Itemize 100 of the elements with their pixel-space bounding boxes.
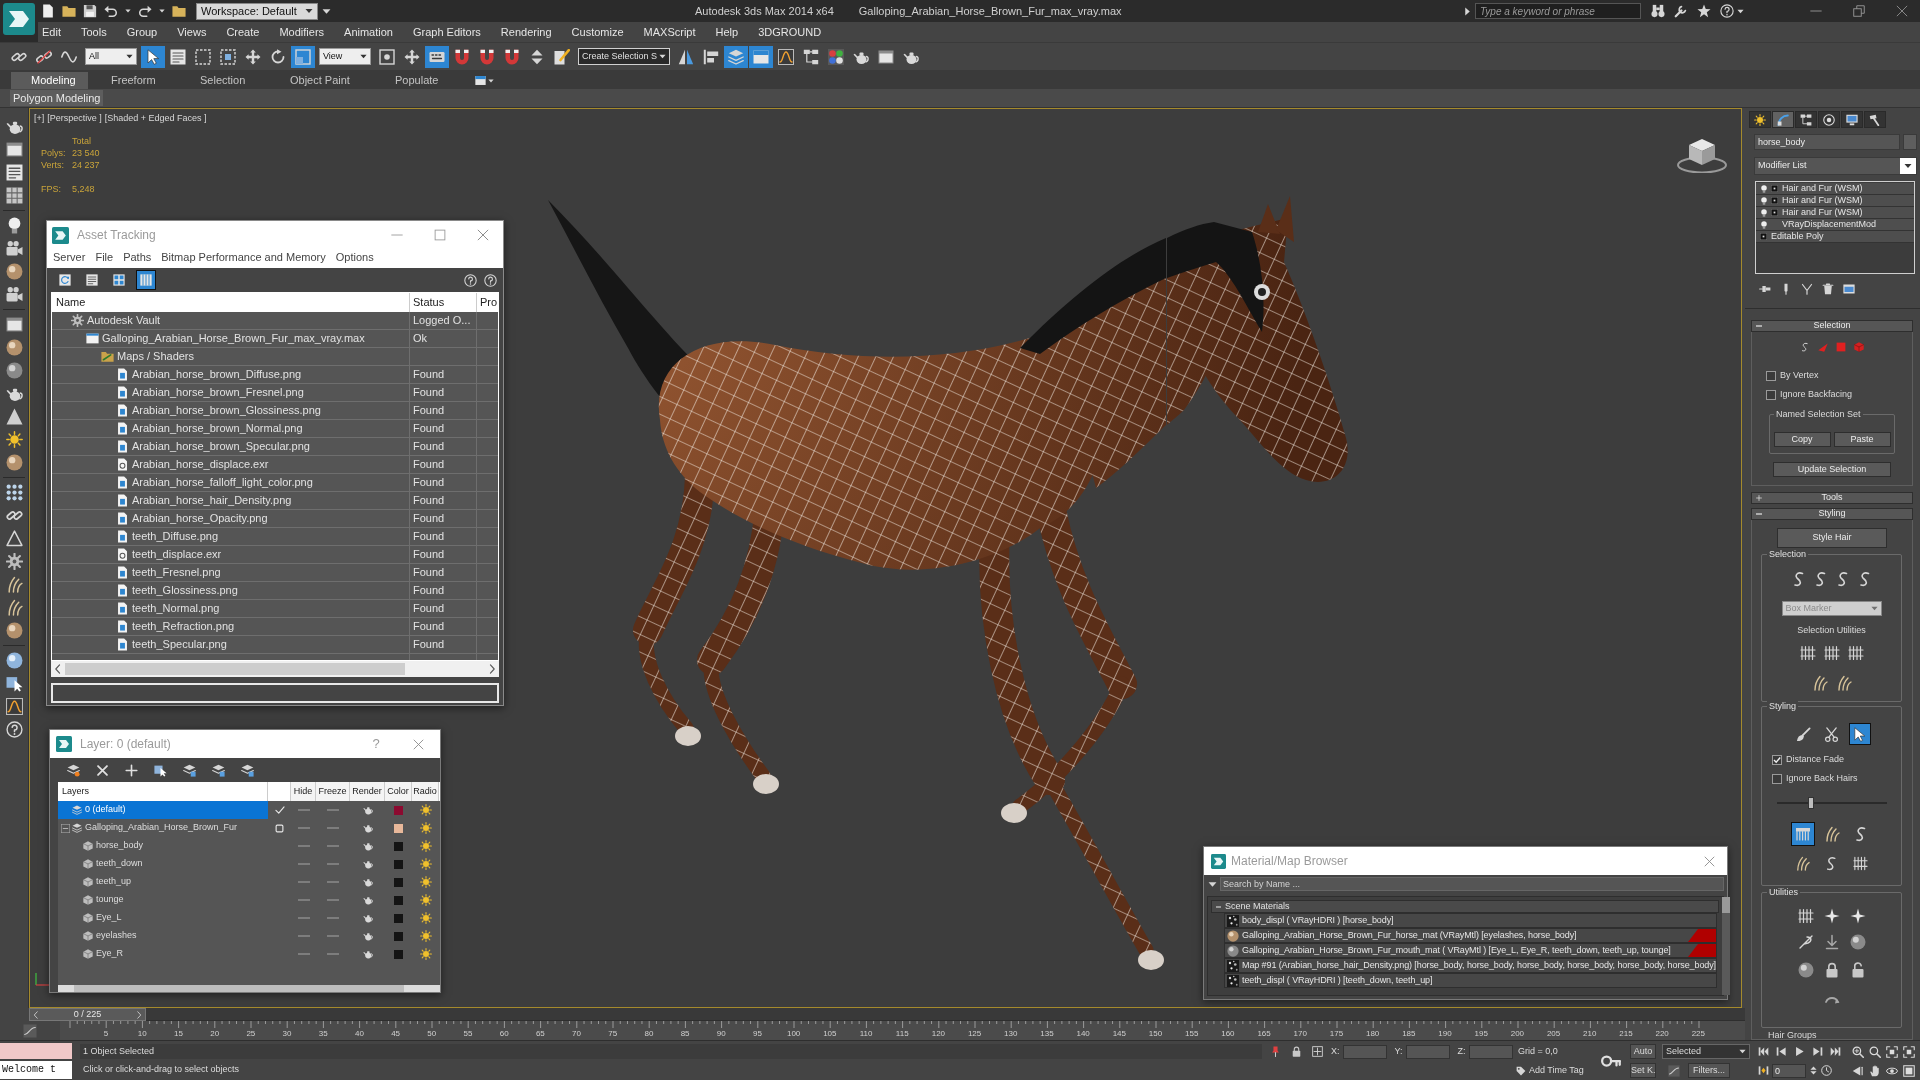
command-panel-tab[interactable]: [1818, 111, 1840, 128]
checkbox[interactable]: [1772, 773, 1782, 784]
menu-item[interactable]: Edit: [42, 23, 61, 41]
square-icon[interactable]: [1771, 197, 1778, 204]
menu-item[interactable]: File: [95, 249, 114, 266]
fence-icon[interactable]: [1799, 645, 1816, 661]
chevron-left-icon[interactable]: [53, 664, 63, 674]
folder-icon[interactable]: [62, 4, 76, 18]
sphere-icon[interactable]: [5, 263, 23, 280]
auto-key-button[interactable]: Auto: [1630, 1044, 1656, 1059]
wrench-icon[interactable]: [1674, 4, 1688, 18]
coordinate-field[interactable]: [1342, 1044, 1387, 1059]
object-name-field[interactable]: horse_body: [1754, 134, 1900, 150]
menu-item[interactable]: Modifiers: [279, 23, 325, 41]
fence-icon[interactable]: [1847, 645, 1864, 661]
command-panel-tab[interactable]: [1772, 111, 1794, 128]
modifier-item[interactable]: Hair and Fur (WSM): [1756, 195, 1914, 207]
star-icon[interactable]: [1697, 4, 1711, 18]
column-header[interactable]: Color: [385, 782, 412, 801]
coordinate-field[interactable]: [1405, 1044, 1450, 1059]
folder-icon[interactable]: [172, 4, 186, 18]
undo-icon[interactable]: [104, 4, 118, 18]
save-icon[interactable]: [83, 4, 97, 18]
sun-icon[interactable]: [419, 894, 432, 906]
color-swatch-icon[interactable]: [394, 913, 403, 923]
modifier-list-dropdown[interactable]: Modifier List: [1754, 157, 1917, 175]
asset-row[interactable]: Maps / Shaders: [52, 348, 498, 366]
curl-icon[interactable]: [1800, 342, 1810, 352]
set-key-button[interactable]: Set K.: [1630, 1063, 1656, 1078]
menu-item[interactable]: Graph Editors: [412, 23, 481, 41]
checkbox[interactable]: [1766, 370, 1776, 381]
caret-icon[interactable]: [1208, 879, 1217, 889]
bulb-icon[interactable]: [1760, 184, 1768, 193]
trash-icon[interactable]: [1822, 282, 1834, 295]
color-swatch-icon[interactable]: [394, 931, 403, 941]
column-header[interactable]: Freeze: [316, 782, 350, 801]
layers-icon[interactable]: [183, 763, 196, 777]
camera-icon[interactable]: [5, 240, 23, 257]
dots-icon[interactable]: [5, 484, 23, 501]
toolbar-button[interactable]: [136, 270, 156, 290]
tool-button[interactable]: [1851, 854, 1870, 872]
material-row[interactable]: Galloping_Arabian_Horse_Brown_Fur_horse_mat (VRayMtl) [eyelashes, horse_body]: [1224, 928, 1717, 943]
frame-corners-icon[interactable]: [1903, 1045, 1915, 1058]
layer-item[interactable]: horse_body: [58, 837, 268, 855]
sphere-icon[interactable]: [5, 362, 23, 379]
chevron-left-icon[interactable]: [32, 1010, 40, 1019]
sparkle-icon[interactable]: [1849, 908, 1866, 924]
sun-icon[interactable]: [419, 930, 432, 942]
select-pointer-icon[interactable]: [154, 763, 167, 777]
close-icon[interactable]: [1704, 855, 1715, 867]
asset-row[interactable]: teeth_displace.exr Found: [52, 546, 498, 564]
color-swatch-icon[interactable]: [394, 895, 403, 905]
sphere-icon[interactable]: [5, 339, 23, 356]
hair-icon[interactable]: [1835, 675, 1852, 691]
step-back-icon[interactable]: [1776, 1046, 1787, 1057]
menu-item[interactable]: Help: [715, 23, 739, 41]
layer-item[interactable]: teeth_up: [58, 873, 268, 891]
layer-item[interactable]: tounge: [58, 891, 268, 909]
sun-icon[interactable]: [5, 431, 23, 448]
close-icon[interactable]: [477, 229, 489, 241]
step-forward-icon[interactable]: [1812, 1046, 1823, 1057]
push-button[interactable]: Style Hair: [1777, 528, 1887, 548]
push-button[interactable]: Paste: [1833, 432, 1891, 447]
script-output-field[interactable]: Welcome t: [0, 1061, 72, 1079]
search-field[interactable]: Search by Name ...: [1220, 877, 1724, 891]
menu-item[interactable]: Server: [53, 249, 86, 266]
help-icon[interactable]: [464, 273, 477, 287]
caret-icon[interactable]: [125, 8, 131, 14]
time-tag-button[interactable]: Add Time Tag: [1516, 1063, 1592, 1078]
crosshair-icon[interactable]: [1312, 1046, 1323, 1057]
menu-item[interactable]: Rendering: [500, 23, 552, 41]
new-file-icon[interactable]: [41, 4, 55, 18]
group-header[interactable]: Scene Materials: [1211, 900, 1719, 913]
layer-item[interactable]: teeth_down: [58, 855, 268, 873]
layers-icon[interactable]: [241, 763, 254, 777]
square-icon[interactable]: [1771, 209, 1778, 216]
hair-icon[interactable]: [1811, 675, 1828, 691]
sphere-icon[interactable]: [5, 622, 23, 639]
teapot-icon[interactable]: [362, 805, 373, 815]
rollout-header[interactable]: Tools: [1751, 492, 1913, 504]
teapot-icon[interactable]: [362, 931, 373, 941]
asset-row[interactable]: teeth_Normal.png Found: [52, 600, 498, 618]
toolbar-dropdown[interactable]: All: [85, 48, 137, 65]
modifier-item[interactable]: Hair and Fur (WSM): [1756, 183, 1914, 195]
rollout-header[interactable]: Selection: [1751, 320, 1913, 332]
material-row[interactable]: Galloping_Arabian_Horse_Brown_Fur_mouth_mat ( VRayMtl ) [Eye_L, Eye_R, teeth_down, teeth_up, tounge]: [1224, 943, 1717, 958]
viewport-label[interactable]: [+]: [34, 112, 45, 126]
vertical-scrollbar[interactable]: [1722, 897, 1730, 995]
asset-row[interactable]: Autodesk Vault Logged O...: [52, 312, 498, 330]
teapot-icon[interactable]: [362, 841, 373, 851]
modifier-item[interactable]: VRayDisplacementMod: [1756, 219, 1914, 231]
toolbar-dropdown[interactable]: View: [319, 48, 371, 65]
tool-button[interactable]: [1790, 822, 1815, 846]
material-row[interactable]: teeth_displ ( VRayHDRI ) [teeth_down, teeth_up]: [1224, 973, 1717, 988]
sun-icon[interactable]: [419, 858, 432, 870]
sphere-icon[interactable]: [5, 652, 23, 669]
layer-item[interactable]: Eye_L: [58, 909, 268, 927]
fence-icon[interactable]: [1797, 908, 1814, 924]
clock-icon[interactable]: [1821, 1065, 1832, 1076]
asset-row[interactable]: Galloping_Arabian_Horse_Brown_Fur_max_vray.max Ok: [52, 330, 498, 348]
